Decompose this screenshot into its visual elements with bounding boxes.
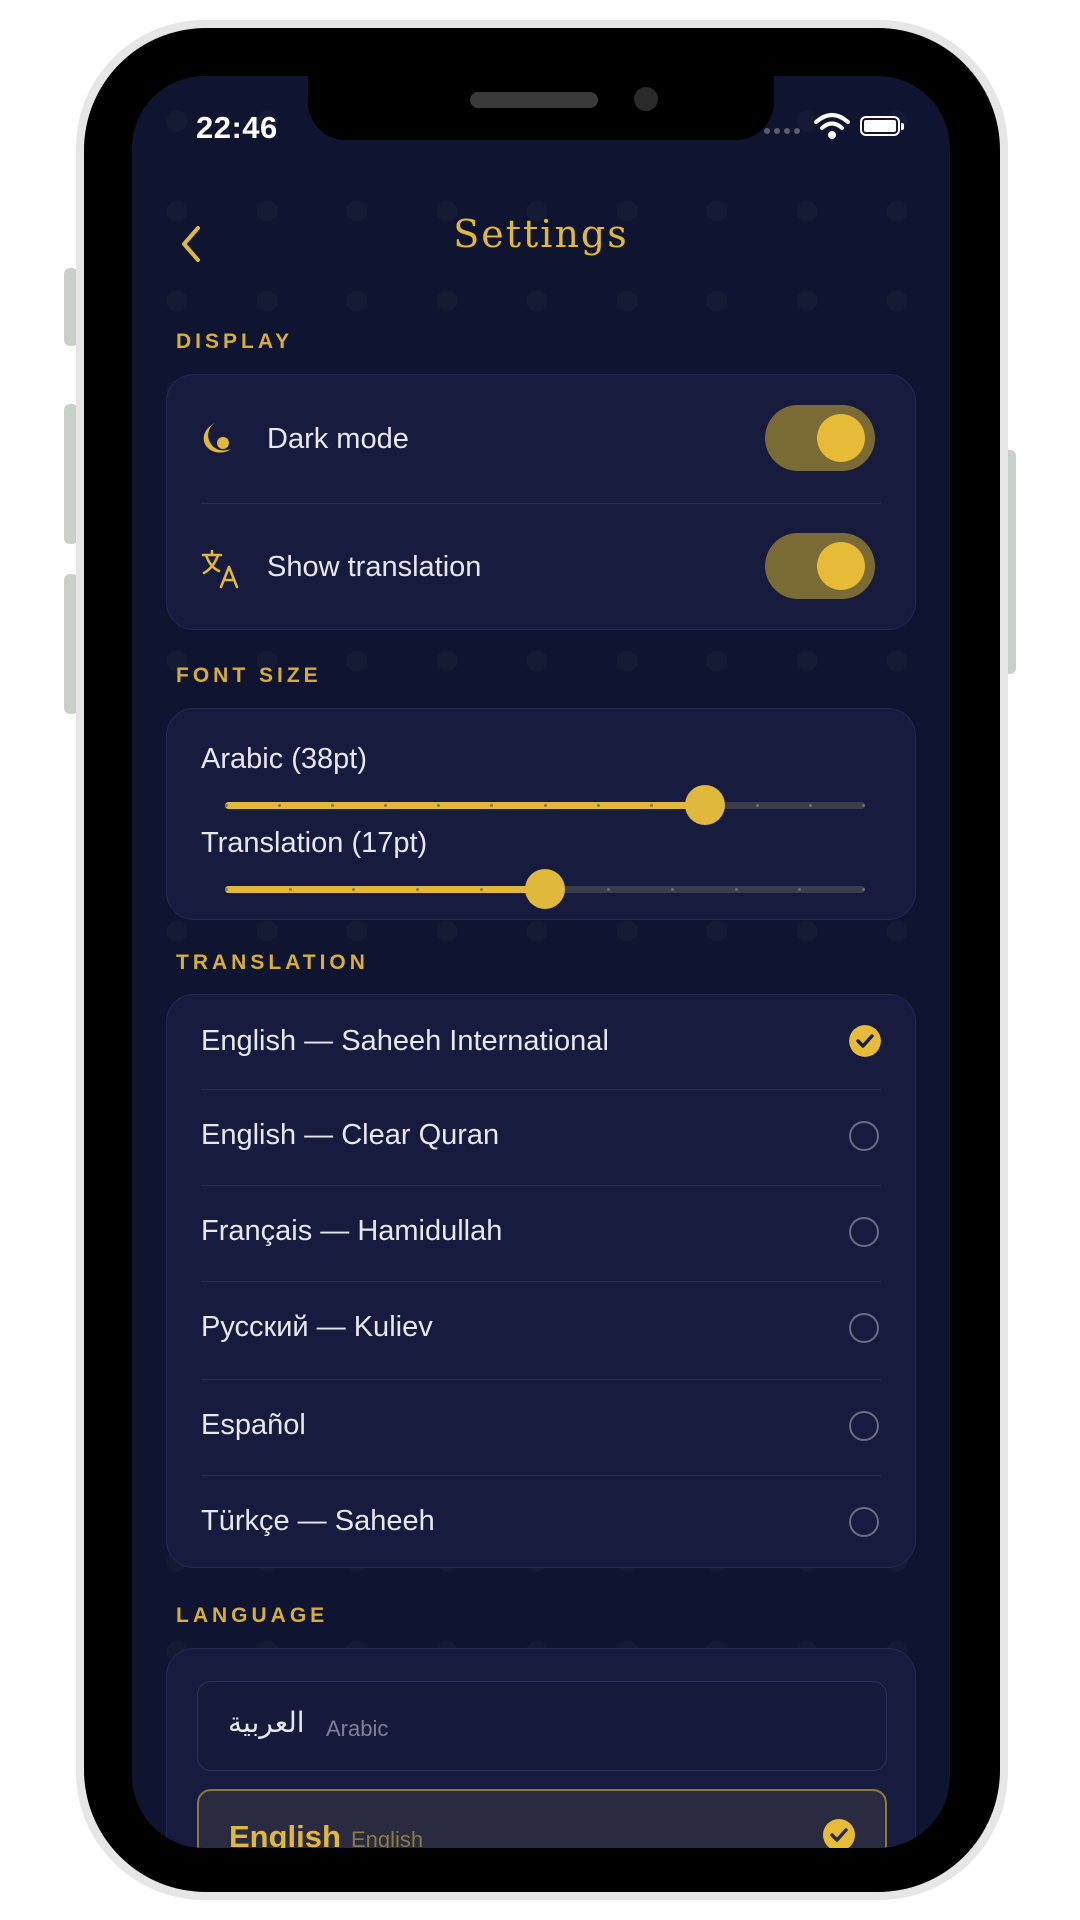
app-screen: 22:46 Settings DISPLAY Dark mode Show tr… <box>132 76 950 1848</box>
slider-tick <box>862 888 865 891</box>
dark-mode-toggle[interactable] <box>765 405 875 471</box>
check-circle-icon <box>849 1025 881 1057</box>
radio-circle-icon <box>849 1217 879 1247</box>
show-translation-toggle[interactable] <box>765 533 875 599</box>
translation-option-label: Русский — Kuliev <box>201 1311 433 1343</box>
slider-tick <box>288 888 292 891</box>
radio-circle-icon <box>849 1121 879 1151</box>
language-native-name: العربية <box>228 1706 305 1739</box>
notch <box>308 76 774 140</box>
slider-tick <box>862 804 865 807</box>
speaker-grille <box>470 92 598 108</box>
translation-option-label: Türkçe — Saheeh <box>201 1505 435 1537</box>
translation-option-label: English — Clear Quran <box>201 1119 500 1151</box>
slider-tick <box>734 888 738 891</box>
page-title: Settings <box>453 212 629 256</box>
wifi-icon <box>814 113 850 139</box>
divider <box>201 1281 881 1282</box>
translation-size-slider[interactable] <box>225 867 865 911</box>
toggle-knob <box>817 414 865 462</box>
translate-icon <box>201 549 239 589</box>
language-option-arabic[interactable]: العربية Arabic <box>197 1681 887 1771</box>
translation-option-label: English — Saheeh International <box>201 1025 609 1057</box>
slider-tick <box>225 804 228 807</box>
language-native-name: English <box>229 1819 341 1848</box>
divider <box>201 1379 881 1380</box>
radio-circle-icon <box>849 1507 879 1537</box>
section-label-font-size: FONT SIZE <box>176 664 322 687</box>
slider-tick <box>670 888 674 891</box>
radio-circle-icon <box>849 1411 879 1441</box>
translation-card: English — Saheeh International English —… <box>166 994 916 1568</box>
language-english-name: English <box>351 1827 424 1848</box>
language-option-english[interactable]: English English <box>197 1789 887 1848</box>
display-card: Dark mode Show translation <box>166 374 916 630</box>
show-translation-label: Show translation <box>267 551 482 583</box>
translation-option-label: Español <box>201 1409 306 1441</box>
slider-thumb[interactable] <box>685 785 725 825</box>
slider-tick <box>543 804 547 807</box>
section-label-display: DISPLAY <box>176 330 294 353</box>
dark-mode-label: Dark mode <box>267 423 409 455</box>
slider-thumb[interactable] <box>525 869 565 909</box>
slider-tick <box>808 804 812 807</box>
language-english-name: Arabic <box>326 1716 389 1741</box>
arabic-size-slider[interactable] <box>225 783 865 827</box>
translation-option-label: Français — Hamidullah <box>201 1215 503 1247</box>
slider-tick <box>755 804 759 807</box>
battery-icon <box>860 116 904 136</box>
divider <box>201 1475 881 1476</box>
slider-tick <box>649 804 653 807</box>
check-circle-icon <box>823 1819 855 1848</box>
toggle-knob <box>817 542 865 590</box>
divider <box>201 1185 881 1186</box>
language-card: العربية Arabic English English <box>166 1648 916 1848</box>
font-size-card: Arabic (38pt) Translation (17pt) <box>166 708 916 920</box>
signal-icon <box>764 128 804 134</box>
status-time: 22:46 <box>196 110 278 145</box>
slider-tick <box>225 888 228 891</box>
slider-tick <box>596 804 600 807</box>
moon-icon <box>203 423 231 453</box>
front-camera <box>634 87 658 111</box>
section-label-translation: TRANSLATION <box>176 951 369 974</box>
slider-fill <box>225 886 545 893</box>
section-label-language: LANGUAGE <box>176 1604 329 1627</box>
divider <box>201 1089 881 1090</box>
slider-tick <box>479 888 483 891</box>
divider <box>201 503 881 504</box>
arabic-size-label: Arabic (38pt) <box>201 743 368 775</box>
radio-circle-icon <box>849 1313 879 1343</box>
translation-size-label: Translation (17pt) <box>201 827 428 859</box>
slider-fill <box>225 802 705 809</box>
